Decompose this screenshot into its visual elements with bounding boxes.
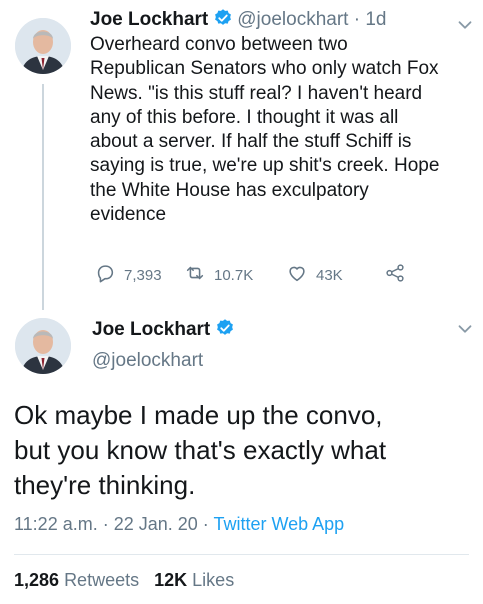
tweet2-engagement-stats: 1,286 Retweets 12K Likes — [14, 570, 234, 591]
reply-count: 7,393 — [124, 266, 162, 284]
divider — [14, 554, 469, 555]
retweets-label: Retweets — [64, 570, 140, 590]
tweet2-author-name-row: Joe Lockhart — [92, 318, 239, 344]
avatar[interactable] — [15, 18, 71, 74]
retweet-icon — [184, 262, 214, 288]
tweet-time[interactable]: 11:22 a.m. — [14, 514, 98, 534]
reply-icon — [94, 262, 124, 288]
likes-stat[interactable]: 12K Likes — [154, 570, 234, 590]
share-icon — [384, 262, 414, 288]
like-button[interactable]: 43K — [286, 262, 343, 288]
tweet1-header: Joe Lockhart @joelockhart · 1d — [90, 8, 386, 35]
meta-separator: · — [97, 514, 114, 534]
avatar[interactable] — [15, 318, 71, 374]
tweet-source-link[interactable]: Twitter Web App — [213, 514, 344, 534]
reply-button[interactable]: 7,393 — [94, 262, 162, 288]
tweet1-action-bar: 7,393 10.7K 43K — [90, 262, 420, 288]
like-count: 43K — [316, 266, 343, 284]
author-handle[interactable]: @joelockhart — [237, 9, 348, 30]
like-icon — [286, 262, 316, 288]
retweets-count: 1,286 — [14, 570, 60, 590]
likes-label: Likes — [192, 570, 235, 590]
chevron-down-icon[interactable] — [454, 318, 476, 340]
author-handle[interactable]: @joelockhart — [92, 350, 203, 372]
thread-connector-line — [42, 84, 44, 310]
tweet-date[interactable]: 22 Jan. 20 — [114, 514, 198, 534]
retweet-button[interactable]: 10.7K — [184, 262, 253, 288]
retweet-count: 10.7K — [214, 266, 254, 284]
verified-badge-icon — [215, 318, 235, 344]
author-name[interactable]: Joe Lockhart — [92, 319, 210, 340]
author-name[interactable]: Joe Lockhart — [90, 9, 208, 30]
tweet2-text: Ok maybe I made up the convo, but you kn… — [14, 400, 387, 500]
time-separator: · — [348, 9, 366, 30]
tweet2-metadata: 11:22 a.m. · 22 Jan. 20 · Twitter Web Ap… — [14, 514, 344, 535]
likes-count: 12K — [154, 570, 188, 590]
retweets-stat[interactable]: 1,286 Retweets — [14, 570, 139, 590]
meta-separator: · — [197, 514, 214, 534]
tweet-timestamp[interactable]: 1d — [365, 9, 386, 30]
verified-badge-icon — [213, 8, 233, 35]
share-button[interactable] — [384, 262, 414, 288]
tweet1-text: Overheard convo between two Republican S… — [90, 34, 440, 226]
